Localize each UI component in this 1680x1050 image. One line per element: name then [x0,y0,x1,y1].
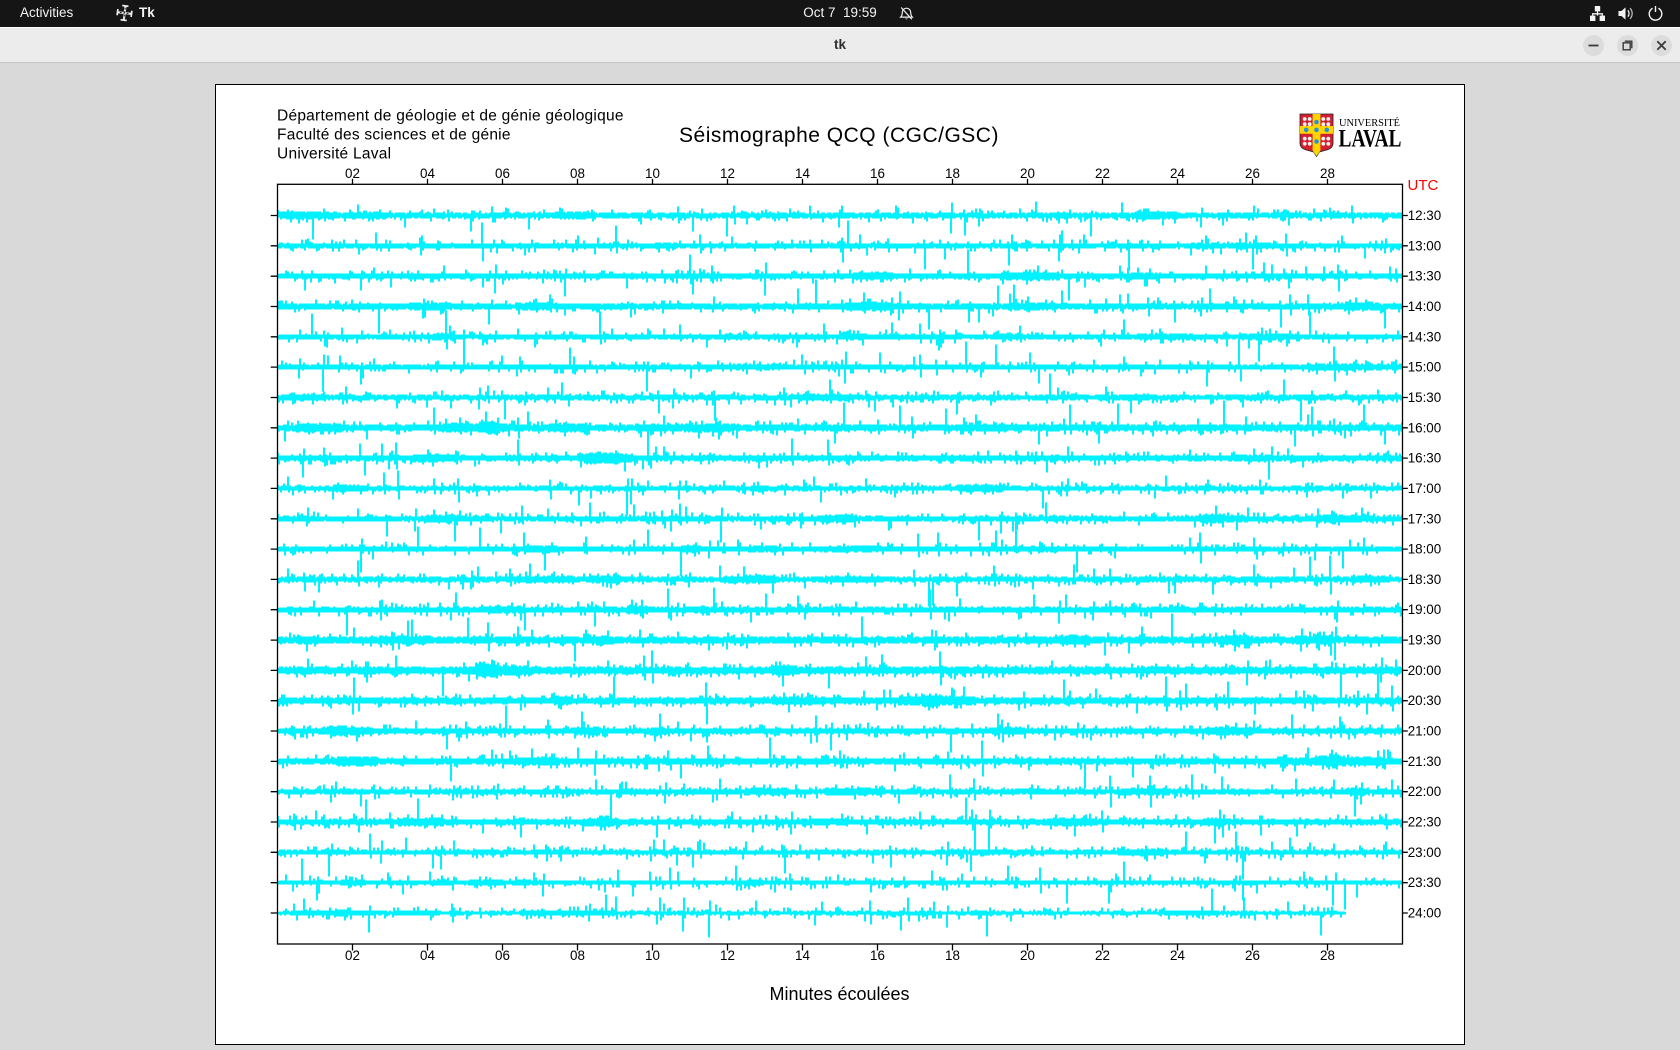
svg-text:10: 10 [645,166,660,181]
svg-text:02: 02 [345,166,360,181]
svg-text:Minutes écoulées: Minutes écoulées [769,984,909,1004]
svg-text:22: 22 [1095,948,1110,963]
svg-text:21:00: 21:00 [1408,724,1442,739]
svg-text:21:30: 21:30 [1408,754,1442,769]
svg-text:14:30: 14:30 [1408,329,1442,344]
svg-text:20: 20 [1020,166,1035,181]
svg-text:12: 12 [720,166,735,181]
svg-text:22: 22 [1095,166,1110,181]
svg-text:20:30: 20:30 [1408,693,1442,708]
svg-text:22:00: 22:00 [1408,784,1442,799]
svg-text:13:00: 13:00 [1408,238,1442,253]
svg-text:UTC: UTC [1408,177,1439,194]
svg-text:20: 20 [1020,948,1035,963]
svg-text:Faculté des sciences et de gén: Faculté des sciences et de génie [277,127,511,144]
svg-text:15:30: 15:30 [1408,390,1442,405]
svg-text:Département de géologie et de: Département de géologie et de génie géol… [277,108,624,125]
svg-text:17:30: 17:30 [1408,511,1442,526]
svg-text:26: 26 [1245,166,1260,181]
svg-text:17:00: 17:00 [1408,481,1442,496]
svg-text:18:00: 18:00 [1408,542,1442,557]
svg-text:14: 14 [795,948,810,963]
svg-text:16:30: 16:30 [1408,451,1442,466]
svg-text:19:00: 19:00 [1408,602,1442,617]
svg-text:14: 14 [795,166,810,181]
svg-text:08: 08 [570,948,585,963]
svg-text:06: 06 [495,166,510,181]
svg-text:23:00: 23:00 [1408,845,1442,860]
svg-text:Séismographe QCQ (CGC/GSC): Séismographe QCQ (CGC/GSC) [679,124,999,147]
svg-text:04: 04 [420,948,435,963]
svg-text:28: 28 [1320,948,1335,963]
svg-text:26: 26 [1245,948,1260,963]
svg-text:24: 24 [1170,948,1185,963]
svg-text:19:30: 19:30 [1408,633,1442,648]
svg-text:28: 28 [1320,166,1335,181]
svg-text:23:30: 23:30 [1408,875,1442,890]
svg-text:16: 16 [870,948,885,963]
svg-text:13:30: 13:30 [1408,269,1442,284]
svg-text:14:00: 14:00 [1408,299,1442,314]
svg-text:24:00: 24:00 [1408,906,1442,921]
svg-text:10: 10 [645,948,660,963]
svg-text:Université Laval: Université Laval [277,146,391,163]
svg-text:02: 02 [345,948,360,963]
svg-text:12: 12 [720,948,735,963]
svg-text:16:00: 16:00 [1408,420,1442,435]
svg-text:12:30: 12:30 [1408,208,1442,223]
svg-text:08: 08 [570,166,585,181]
svg-text:LAVAL: LAVAL [1339,126,1402,153]
svg-text:06: 06 [495,948,510,963]
svg-text:18: 18 [945,948,960,963]
svg-text:18:30: 18:30 [1408,572,1442,587]
svg-text:04: 04 [420,166,435,181]
svg-text:20:00: 20:00 [1408,663,1442,678]
svg-text:22:30: 22:30 [1408,815,1442,830]
svg-text:16: 16 [870,166,885,181]
svg-text:24: 24 [1170,166,1185,181]
svg-text:18: 18 [945,166,960,181]
svg-text:15:00: 15:00 [1408,360,1442,375]
